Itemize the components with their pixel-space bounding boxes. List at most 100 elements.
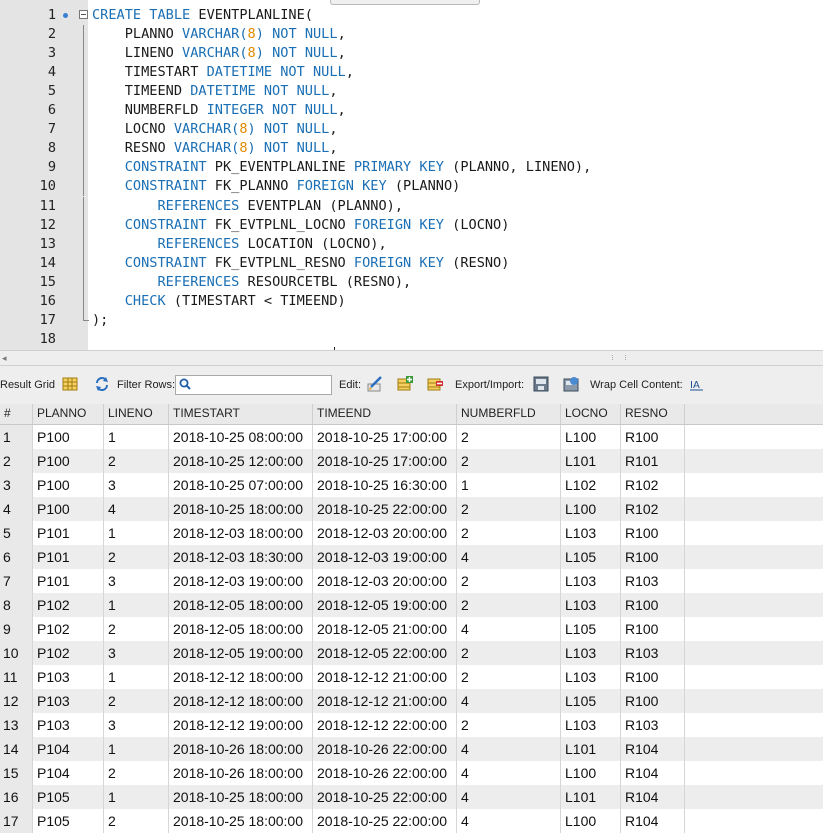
table-cell[interactable]: 2018-10-25 17:00:00 [313,449,457,473]
table-cell[interactable]: 2018-10-25 22:00:00 [313,497,457,521]
table-cell[interactable]: P100 [33,425,104,449]
table-row[interactable]: 1 P100 1 2018-10-25 08:00:00 2018-10-25 17:0… [0,425,823,449]
code-line[interactable]: 3 LINENO VARCHAR(8) NOT NULL, [0,44,823,64]
table-cell[interactable]: P101 [33,545,104,569]
table-row[interactable]: 14 P104 1 2018-10-26 18:00:00 2018-10-26 22:… [0,737,823,761]
table-cell[interactable]: P104 [33,761,104,785]
code-line[interactable]: 2 PLANNO VARCHAR(8) NOT NULL, [0,25,823,45]
table-cell[interactable]: 4 [104,497,169,521]
table-row[interactable]: 13 P103 3 2018-12-12 19:00:00 2018-12-12 22:… [0,713,823,737]
column-header[interactable]: NUMBERFLD [457,404,561,425]
table-cell[interactable]: P102 [33,617,104,641]
table-cell[interactable]: L101 [561,737,621,761]
table-cell[interactable]: R103 [621,569,685,593]
table-cell[interactable]: L103 [561,713,621,737]
table-cell[interactable]: 2018-12-03 18:00:00 [169,521,313,545]
table-cell[interactable]: P100 [33,449,104,473]
table-cell[interactable]: P103 [33,665,104,689]
table-cell[interactable]: R104 [621,737,685,761]
table-cell[interactable]: L103 [561,641,621,665]
scroll-grip[interactable] [612,355,626,360]
code-line[interactable]: 14 CONSTRAINT FK_EVTPLNL_RESNO FOREIGN K… [0,253,823,273]
table-row[interactable]: 10 P102 3 2018-12-05 19:00:00 2018-12-05 22:… [0,641,823,665]
table-cell[interactable]: 2 [457,569,561,593]
fold-collapse-icon[interactable] [79,10,88,19]
code-line[interactable]: 11 REFERENCES EVENTPLAN (PLANNO), [0,196,823,216]
refresh-icon[interactable] [94,376,110,392]
table-cell[interactable]: R100 [621,689,685,713]
edit-row-icon[interactable] [367,376,383,392]
table-cell[interactable]: 2018-10-25 16:30:00 [313,473,457,497]
table-cell[interactable]: R103 [621,713,685,737]
table-cell[interactable]: L105 [561,545,621,569]
table-cell[interactable]: 2 [457,641,561,665]
table-cell[interactable]: R100 [621,593,685,617]
table-cell[interactable]: R104 [621,785,685,809]
table-cell[interactable]: 1 [104,593,169,617]
table-cell[interactable]: 2018-12-12 21:00:00 [313,665,457,689]
table-cell[interactable]: L100 [561,809,621,833]
table-cell[interactable]: P103 [33,689,104,713]
table-cell[interactable]: 3 [104,641,169,665]
table-cell[interactable]: 1 [104,521,169,545]
table-cell[interactable]: L103 [561,665,621,689]
export-icon[interactable] [533,376,549,392]
table-cell[interactable]: 2018-10-26 22:00:00 [313,737,457,761]
table-cell[interactable]: 2 [104,809,169,833]
table-cell[interactable]: 2018-12-12 18:00:00 [169,689,313,713]
table-cell[interactable]: P101 [33,521,104,545]
table-cell[interactable]: 4 [457,617,561,641]
table-cell[interactable]: 4 [457,545,561,569]
table-row[interactable]: 2 P100 2 2018-10-25 12:00:00 2018-10-25 17:0… [0,449,823,473]
column-header[interactable]: LOCNO [561,404,621,425]
table-cell[interactable]: 4 [457,761,561,785]
table-cell[interactable]: 2018-10-25 18:00:00 [169,785,313,809]
code-line[interactable]: 18 [0,330,823,349]
column-header[interactable]: TIMESTART [169,404,313,425]
table-cell[interactable]: L103 [561,593,621,617]
table-cell[interactable]: 2 [104,545,169,569]
code-line[interactable]: 1 CREATE TABLE EVENTPLANLINE( [0,6,823,25]
code-line[interactable]: 5 TIMEEND DATETIME NOT NULL, [0,82,823,102]
table-cell[interactable]: 2018-10-26 18:00:00 [169,761,313,785]
result-grid-icon[interactable] [62,376,78,392]
table-cell[interactable]: R102 [621,473,685,497]
table-cell[interactable]: P105 [33,785,104,809]
table-cell[interactable]: 2 [457,665,561,689]
table-cell[interactable]: 2 [457,593,561,617]
table-row[interactable]: 4 P100 4 2018-10-25 18:00:00 2018-10-25 22:0… [0,497,823,521]
table-cell[interactable]: 2018-10-25 22:00:00 [313,809,457,833]
code-line[interactable]: 12 CONSTRAINT FK_EVTPLNL_LOCNO FOREIGN K… [0,215,823,235]
table-cell[interactable]: 1 [457,473,561,497]
table-cell[interactable]: 2018-12-05 19:00:00 [169,641,313,665]
code-line[interactable]: 7 LOCNO VARCHAR(8) NOT NULL, [0,120,823,140]
code-line[interactable]: 16 CHECK (TIMESTART < TIMEEND) [0,291,823,311]
table-cell[interactable]: 2 [104,689,169,713]
table-cell[interactable]: 2018-12-03 20:00:00 [313,521,457,545]
scroll-left-arrow-icon[interactable]: ◂ [2,351,7,365]
table-cell[interactable]: 2018-10-25 08:00:00 [169,425,313,449]
filter-rows-input[interactable] [175,375,332,395]
table-cell[interactable]: 4 [457,689,561,713]
table-cell[interactable]: 2018-10-25 18:00:00 [169,809,313,833]
table-cell[interactable]: 2018-10-25 22:00:00 [313,785,457,809]
table-cell[interactable]: L101 [561,449,621,473]
table-cell[interactable]: 2018-12-03 19:00:00 [313,545,457,569]
table-row[interactable]: 9 P102 2 2018-12-05 18:00:00 2018-12-05 21:0… [0,617,823,641]
table-cell[interactable]: 2 [457,521,561,545]
table-cell[interactable]: L100 [561,761,621,785]
table-cell[interactable]: 2018-12-05 18:00:00 [169,593,313,617]
table-row[interactable]: 17 P105 2 2018-10-25 18:00:00 2018-10-25 22:… [0,809,823,833]
table-cell[interactable]: R100 [621,425,685,449]
table-cell[interactable]: L105 [561,617,621,641]
table-cell[interactable]: R100 [621,665,685,689]
table-cell[interactable]: 1 [104,737,169,761]
table-cell[interactable]: 2018-12-05 21:00:00 [313,617,457,641]
table-cell[interactable]: L103 [561,569,621,593]
table-cell[interactable]: L105 [561,689,621,713]
table-cell[interactable]: R100 [621,617,685,641]
table-row[interactable]: 3 P100 3 2018-10-25 07:00:00 2018-10-25 16:3… [0,473,823,497]
table-cell[interactable]: R100 [621,545,685,569]
table-cell[interactable]: R102 [621,497,685,521]
table-cell[interactable]: L100 [561,425,621,449]
